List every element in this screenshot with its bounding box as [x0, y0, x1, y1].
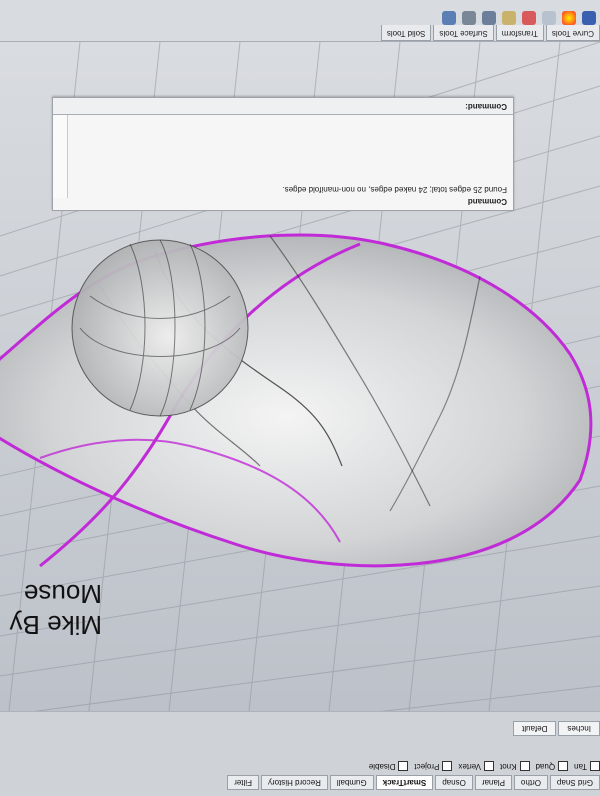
osnap-toggle[interactable]: Osnap [435, 775, 473, 790]
command-output-line: Found 25 edges total; 24 naked edges, no… [282, 185, 507, 194]
command-window: Command Found 25 edges total; 24 naked e… [52, 97, 514, 211]
command-prompt-bar[interactable]: Command: [53, 98, 513, 115]
rotated-screen: Curve Tools Transform Surface Tools Soli… [0, 0, 600, 796]
photo-of-screen: Curve Tools Transform Surface Tools Soli… [0, 0, 600, 796]
sphere-icon[interactable] [582, 11, 596, 25]
scroll-ball [71, 239, 249, 417]
osnap-options: Tan Quad Knot Vertex Project Disable [369, 761, 600, 771]
command-prompt: Command: [465, 102, 507, 111]
help-icon[interactable] [442, 11, 456, 25]
checkbox-icon [519, 761, 530, 771]
command-header: Command [467, 197, 507, 206]
gumball-toggle[interactable]: Gumball [329, 775, 374, 790]
material-icon[interactable] [542, 11, 556, 25]
caption-overlay: Mike By Mouse [10, 578, 102, 640]
osnap-tan[interactable]: Tan [574, 761, 600, 771]
units-layer-row: Inches Default [513, 721, 600, 736]
rhino-window: Curve Tools Transform Surface Tools Soli… [0, 0, 600, 796]
smarttrack-toggle[interactable]: SmartTrack [375, 775, 434, 790]
lock-icon[interactable] [502, 11, 516, 25]
filter-toggle[interactable]: Filter [227, 775, 259, 790]
command-scrollbar[interactable] [53, 114, 68, 198]
osnap-disable[interactable]: Disable [369, 761, 409, 771]
osnap-knot[interactable]: Knot [500, 761, 530, 771]
toolbar-icons [442, 11, 600, 25]
osnap-knot-label: Knot [500, 761, 517, 771]
caption-line-1: Mike By [9, 610, 102, 640]
tab-transform[interactable]: Transform [495, 25, 544, 41]
top-toolbar: Curve Tools Transform Surface Tools Soli… [0, 0, 600, 42]
osnap-tan-label: Tan [574, 761, 587, 771]
tab-curve-tools[interactable]: Curve Tools [545, 25, 600, 41]
grid-snap-toggle[interactable]: Grid Snap [549, 775, 600, 790]
render-icon[interactable] [522, 11, 536, 25]
display-icon[interactable] [482, 11, 496, 25]
osnap-disable-label: Disable [368, 761, 396, 771]
status-pill-row: Grid Snap Ortho Planar Osnap SmartTrack … [225, 775, 600, 790]
ortho-toggle[interactable]: Ortho [513, 775, 548, 790]
checkbox-icon [398, 761, 409, 771]
osnap-quad-label: Quad [535, 761, 556, 771]
osnap-project-label: Project [414, 761, 440, 771]
planar-toggle[interactable]: Planar [474, 775, 512, 790]
color-wheel-icon[interactable] [562, 11, 576, 25]
layer-display[interactable]: Default [513, 721, 557, 736]
grid-icon[interactable] [462, 11, 476, 25]
checkbox-icon [484, 761, 495, 771]
tab-solid-tools[interactable]: Solid Tools [380, 25, 432, 41]
tab-surface-tools[interactable]: Surface Tools [433, 25, 494, 41]
checkbox-icon [590, 761, 600, 771]
toolbar-tabs: Curve Tools Transform Surface Tools Soli… [380, 25, 600, 41]
units-display[interactable]: Inches [558, 721, 600, 736]
record-history-toggle[interactable]: Record History [260, 775, 328, 790]
osnap-vertex[interactable]: Vertex [458, 761, 495, 771]
caption-line-2: Mouse [23, 578, 102, 609]
checkbox-icon [442, 761, 453, 771]
status-bar: Grid Snap Ortho Planar Osnap SmartTrack … [0, 711, 600, 796]
checkbox-icon [558, 761, 569, 771]
osnap-vertex-label: Vertex [458, 761, 482, 771]
osnap-quad[interactable]: Quad [536, 761, 569, 771]
osnap-project[interactable]: Project [414, 761, 453, 771]
